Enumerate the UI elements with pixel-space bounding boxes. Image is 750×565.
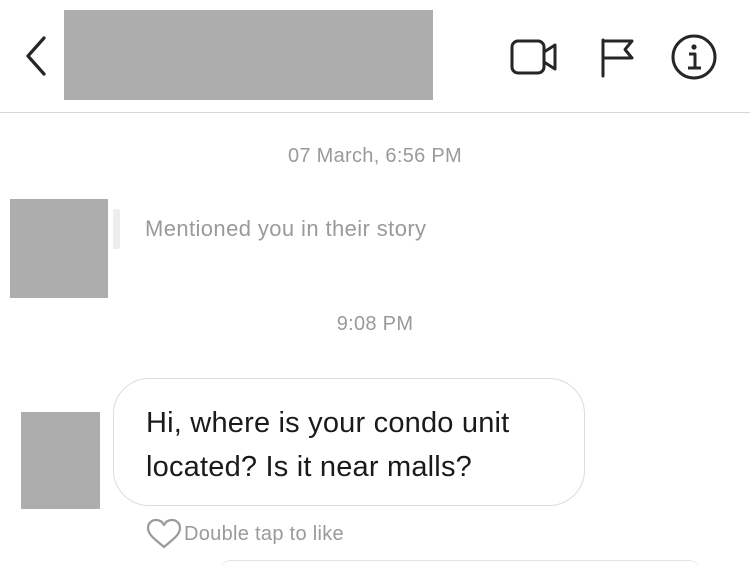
like-hint-text: Double tap to like [184,522,344,545]
report-button[interactable] [590,32,644,82]
back-button[interactable] [14,28,58,84]
message-input-edge [220,560,700,565]
sender-avatar-redacted[interactable] [21,412,100,509]
timestamp-divider: 9:08 PM [336,313,414,335]
timestamp-divider: 07 March, 6:56 PM [287,145,463,167]
flag-icon [601,38,634,78]
story-thumbnail-redacted[interactable] [10,199,108,298]
chat-header [0,0,750,113]
story-mention-text: Mentioned you in their story [145,216,427,241]
contact-name-redacted[interactable] [64,10,433,100]
video-camera-icon [510,39,557,75]
heart-icon [146,518,182,549]
message-line: located? Is it near malls? [146,451,472,483]
info-icon [671,34,717,80]
info-button[interactable] [667,32,721,82]
chat-screen: 07 March, 6:56 PM Mentioned you in their… [0,0,750,565]
story-reply-bar [113,209,120,249]
chevron-left-icon [26,36,46,76]
video-call-button[interactable] [507,32,561,82]
message-line: Hi, where is your condo unit [146,407,510,439]
message-bubble[interactable]: Hi, where is your condo unit located? Is… [113,378,585,506]
like-button[interactable]: Double tap to like [146,517,344,551]
